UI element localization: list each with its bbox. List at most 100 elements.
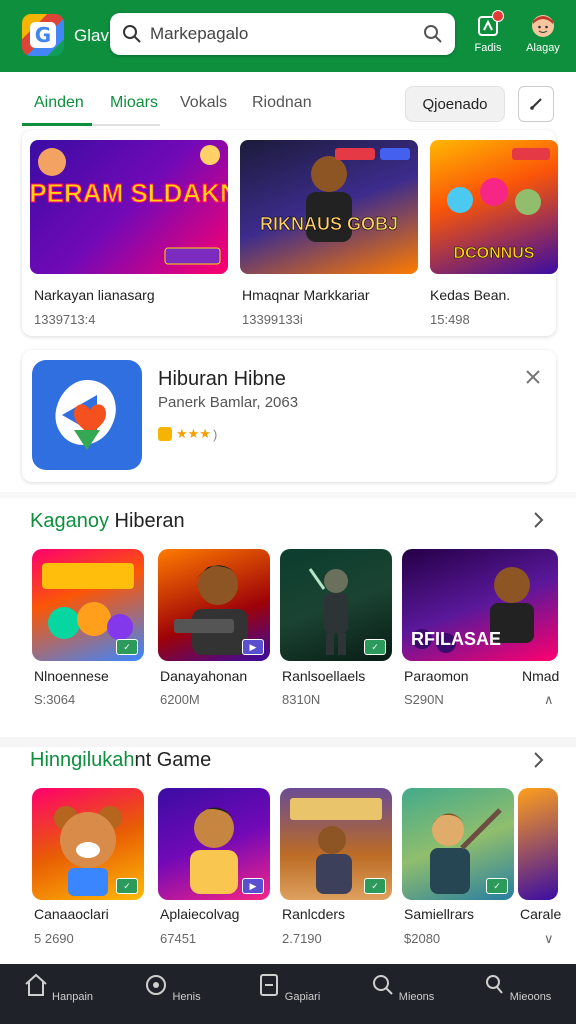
game-title-4[interactable]: Paraomon: [404, 668, 469, 684]
game-tile-8[interactable]: ✓: [402, 788, 514, 900]
section-title-1-rest: Hiberan: [108, 510, 185, 532]
game-tile-2-badge: ▶: [242, 639, 264, 655]
featured-banner-2-title: RIKNAUS GOBJ: [260, 214, 398, 234]
game-tile-6[interactable]: ▶: [158, 788, 270, 900]
game-tile-3[interactable]: ✓: [280, 549, 392, 661]
game-tile-4[interactable]: RFILASAE: [402, 549, 558, 661]
section-title-2-rest: nt Game: [134, 749, 212, 771]
active-tab-indicator: [22, 123, 92, 126]
nav-library[interactable]: Gapiari: [248, 972, 328, 1003]
featured-title-2[interactable]: Hmaqnar Markkariar: [242, 287, 370, 303]
game-sub-4: S290N: [404, 692, 444, 707]
tab-ainden[interactable]: Ainden: [34, 94, 84, 112]
search-bar[interactable]: [110, 13, 455, 55]
game-sub-5: ∧: [544, 692, 554, 707]
search-submit-icon[interactable]: [423, 24, 443, 44]
featured-title-3[interactable]: Kedas Bean.: [430, 287, 510, 303]
tab-mioars[interactable]: Mioars: [110, 94, 158, 112]
featured-banner-1-title: SAPERAM SLDAKNIN: [30, 178, 228, 208]
nav-search[interactable]: Mieons: [362, 972, 442, 1003]
game-title-3[interactable]: Ranlsoellaels: [282, 668, 365, 684]
game-tile-5-badge: ✓: [116, 878, 138, 894]
search-icon: [372, 975, 393, 995]
nav-profile[interactable]: Mieoons: [476, 972, 556, 1003]
game-title-1[interactable]: Nlnoennese: [34, 668, 109, 684]
rating-stars: ★★★: [176, 426, 211, 441]
section-divider: [0, 492, 576, 498]
game-tile-7-badge: ✓: [364, 878, 386, 894]
featured-title-1[interactable]: Narkayan lianasarg: [34, 287, 155, 303]
chevron-right-icon[interactable]: [528, 750, 548, 770]
filter-chip-button[interactable]: Qjoenado: [405, 86, 505, 122]
game-tile-9[interactable]: [518, 788, 558, 900]
nav-search-label: Mieons: [398, 991, 435, 1003]
store-logo[interactable]: G: [22, 14, 64, 56]
notifications-label: Fadis: [474, 42, 502, 54]
featured-banner-3[interactable]: DCONNUS: [430, 140, 558, 274]
tab-vokals[interactable]: Vokals: [180, 94, 227, 112]
expand-icon: [530, 98, 542, 110]
tab-underline: [92, 124, 160, 126]
close-icon[interactable]: [526, 370, 540, 384]
game-tile-1[interactable]: ✓: [32, 549, 144, 661]
promo-app-icon[interactable]: [32, 360, 142, 470]
home-icon: [25, 973, 47, 996]
game-tile-2[interactable]: ▶: [158, 549, 270, 661]
nav-apps-label: Henis: [172, 991, 201, 1003]
notifications-button[interactable]: Fadis: [466, 10, 510, 54]
featured-banner-3-title: DCONNUS: [454, 245, 535, 262]
profile-label: Alagay: [526, 42, 560, 54]
game-sub-1: S:3064: [34, 692, 76, 707]
game-sub-8: 2.7190: [282, 931, 322, 946]
game-title-6[interactable]: Canaaoclari: [34, 906, 109, 922]
chevron-right-icon[interactable]: [528, 510, 548, 530]
featured-banner-2[interactable]: RIKNAUS GOBJ: [240, 140, 418, 274]
game-tile-5[interactable]: ✓: [32, 788, 144, 900]
tab-riodnan[interactable]: Riodnan: [252, 94, 312, 112]
expand-button[interactable]: [518, 86, 554, 122]
game-sub-6: 5 2690: [34, 931, 74, 946]
nav-library-label: Gapiari: [284, 991, 321, 1003]
section-title-2-highlight: Hinngilukah: [30, 749, 135, 771]
game-title-7[interactable]: Aplaiecolvag: [160, 906, 239, 922]
section-divider-2: [0, 737, 576, 747]
section-title-1[interactable]: Kaganoy Hiberan: [30, 510, 185, 533]
app-logo-icon: [55, 380, 116, 450]
game-sub-10: ∨: [544, 931, 554, 946]
rating-badge-icon: [158, 427, 172, 441]
featured-banner-1-art: SAPERAM SLDAKNIN: [30, 145, 228, 265]
featured-banner-1[interactable]: SAPERAM SLDAKNIN: [30, 140, 228, 274]
featured-banner-2-art: RIKNAUS GOBJ: [260, 148, 410, 242]
game-tile-6-badge: ▶: [242, 878, 264, 894]
game-title-2[interactable]: Danayahonan: [160, 668, 247, 684]
game-tile-4-title: RFILASAE: [411, 629, 501, 649]
library-icon: [259, 974, 278, 996]
game-title-5[interactable]: Nmad: [522, 668, 559, 684]
section-title-2[interactable]: Hinngilukahnt Game: [30, 749, 211, 772]
search-input[interactable]: [150, 24, 423, 44]
game-title-10[interactable]: Carale: [520, 906, 561, 922]
bottom-navigation: Hanpain Henis Gapiari Mieons Mieoons: [0, 964, 576, 1024]
nav-home-label: Hanpain: [52, 991, 94, 1003]
search-icon: [123, 25, 141, 43]
game-title-8[interactable]: Ranlcders: [282, 906, 345, 922]
featured-banner-3-art: DCONNUS: [447, 148, 550, 262]
game-sub-9: $2080: [404, 931, 441, 946]
profile-button[interactable]: Alagay: [521, 14, 565, 54]
game-tile-7[interactable]: ✓: [280, 788, 392, 900]
featured-sub-1: 1339713:4: [34, 312, 96, 327]
promo-rating: ★★★ ): [158, 426, 217, 442]
notification-badge: [492, 10, 504, 22]
avatar: [531, 14, 555, 38]
nav-home[interactable]: Hanpain: [18, 972, 98, 1003]
profile-icon: [485, 975, 503, 994]
game-title-9[interactable]: Samiellrars: [404, 906, 474, 922]
game-sub-7: 67451: [160, 931, 197, 946]
promo-subtitle: Panerk Bamlar, 2063: [158, 394, 299, 411]
featured-sub-2: 13399133i: [242, 312, 303, 327]
nav-apps[interactable]: Henis: [132, 972, 212, 1003]
game-tile-4-art: RFILASAE: [411, 567, 534, 653]
nav-profile-label: Mieoons: [509, 991, 552, 1003]
promo-title[interactable]: Hiburan Hibne: [158, 368, 286, 391]
top-app-bar: G Glavn Fadis Alagay: [0, 0, 576, 72]
